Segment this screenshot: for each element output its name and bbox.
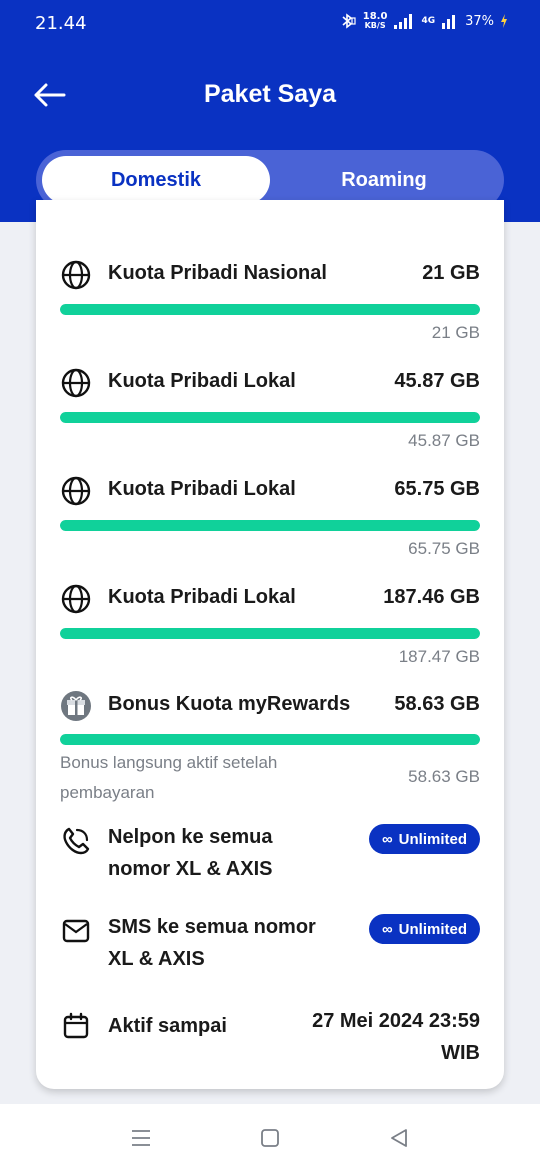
benefit-label-line2: nomor XL & AXIS [108, 858, 273, 880]
charging-icon [500, 13, 508, 29]
quota-remaining: 187.47 GB [398, 647, 480, 666]
back-triangle-icon[interactable] [385, 1124, 413, 1152]
gift-icon [61, 691, 91, 721]
quota-value: 187.46 GB [383, 586, 480, 608]
quota-label: Kuota Pribadi Lokal [108, 370, 296, 392]
home-icon[interactable] [256, 1124, 284, 1152]
network-type: 4G [421, 16, 436, 26]
net-speed: 18.0 KB/S [363, 12, 388, 31]
page-title: Paket Saya [203, 80, 337, 108]
bluetooth-icon [339, 12, 357, 30]
signal-icon-2 [441, 13, 459, 29]
phone-icon [63, 827, 90, 855]
net-speed-unit: KB/S [364, 21, 386, 30]
quota-progress-fill [60, 304, 480, 315]
quota-progress-fill [60, 520, 480, 531]
status-icons: 18.0 KB/S 4G 37% [339, 12, 508, 30]
quota-progress-bar [60, 734, 480, 745]
globe-icon [61, 476, 91, 506]
quota-row: Kuota Pribadi Lokal 65.75 GB 65.75 GB [60, 474, 480, 558]
status-bar: 21.44 18.0 KB/S 4G 37% [0, 0, 540, 48]
quota-value: 21 GB [422, 262, 480, 284]
envelope-icon [62, 919, 90, 943]
quota-remaining: 45.87 GB [408, 431, 480, 450]
quota-row: Kuota Pribadi Lokal 45.87 GB 45.87 GB [60, 366, 480, 450]
quota-row: Kuota Pribadi Nasional 21 GB 21 GB [60, 258, 480, 342]
status-time: 21.44 [35, 13, 87, 34]
unlimited-badge-label: Unlimited [398, 830, 467, 848]
active-until-label: Aktif sampai [108, 1015, 227, 1037]
benefit-row: SMS ke semua nomor XL & AXIS ∞ Unlimited [60, 911, 480, 981]
quota-progress-fill [60, 734, 480, 745]
menu-icon[interactable] [127, 1124, 155, 1152]
quota-value: 45.87 GB [394, 370, 480, 392]
bonus-note: Bonus langsung aktif setelah pembayaran [60, 753, 278, 802]
calendar-icon [63, 1012, 89, 1039]
app-header: 21.44 18.0 KB/S 4G 37% Paket Saya Domest… [0, 0, 540, 222]
benefit-label-line1: SMS ke semua nomor [108, 916, 316, 938]
quota-progress-bar [60, 412, 480, 423]
infinity-icon: ∞ [381, 920, 393, 938]
unlimited-badge-label: Unlimited [398, 920, 467, 938]
quota-progress-fill [60, 628, 480, 639]
quota-progress-bar [60, 520, 480, 531]
quota-value: 58.63 GB [394, 693, 480, 715]
quota-label: Kuota Pribadi Lokal [108, 478, 296, 500]
unlimited-badge: ∞ Unlimited [368, 914, 480, 944]
quota-value: 65.75 GB [394, 478, 480, 500]
benefit-label-line2: XL & AXIS [108, 948, 205, 970]
unlimited-badge: ∞ Unlimited [368, 824, 480, 854]
globe-icon [61, 368, 91, 398]
quota-progress-bar [60, 304, 480, 315]
quota-progress-fill [60, 412, 480, 423]
quota-label: Kuota Pribadi Lokal [108, 586, 296, 608]
infinity-icon: ∞ [381, 830, 393, 848]
quota-label: Kuota Pribadi Nasional [108, 262, 327, 284]
quota-remaining: 21 GB [431, 323, 480, 342]
active-until-row: Aktif sampai 27 Mei 2024 23:59 WIB [60, 1005, 480, 1075]
globe-icon [61, 260, 91, 290]
signal-icon [393, 13, 415, 29]
system-nav-bar [0, 1104, 540, 1170]
bonus-quota-row: Bonus Kuota myRewards 58.63 GB Bonus lan… [60, 689, 480, 802]
benefit-label-line1: Nelpon ke semua [108, 826, 273, 848]
globe-icon [61, 584, 91, 614]
quota-remaining: 58.63 GB [408, 767, 480, 786]
quota-label: Bonus Kuota myRewards [108, 693, 351, 715]
active-until-date: 27 Mei 2024 23:59 [312, 1010, 480, 1032]
quota-row: Kuota Pribadi Lokal 187.46 GB 187.47 GB [60, 582, 480, 666]
tab-roaming[interactable]: Roaming [270, 156, 498, 204]
battery-text: 37% [465, 13, 494, 29]
tab-domestik[interactable]: Domestik [42, 156, 270, 204]
active-until-timezone: WIB [441, 1042, 480, 1064]
benefit-row: Nelpon ke semua nomor XL & AXIS ∞ Unlimi… [60, 821, 480, 891]
quota-remaining: 65.75 GB [408, 539, 480, 558]
quota-progress-bar [60, 628, 480, 639]
